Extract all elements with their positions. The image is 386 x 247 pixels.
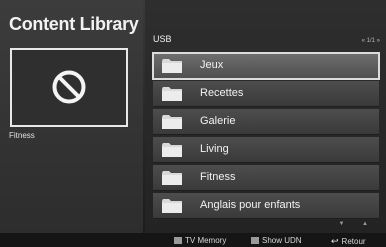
show-udn-hint[interactable]: Show UDN xyxy=(251,236,302,245)
folder-label: Recettes xyxy=(200,87,244,99)
folder-label: Anglais pour enfants xyxy=(200,199,301,211)
folder-label: Fitness xyxy=(200,171,236,183)
preview-panel: Content Library Fitness xyxy=(0,0,143,233)
folder-item[interactable]: Fitness xyxy=(153,165,379,191)
file-browser: USB « 1/1 » Jeux Recettes Galerie Living… xyxy=(145,0,386,233)
folder-item[interactable]: Anglais pour enfants xyxy=(153,193,379,219)
folder-icon xyxy=(162,143,182,157)
folder-item[interactable]: Living xyxy=(153,137,379,163)
app-title: Content Library xyxy=(9,14,139,34)
folder-item[interactable]: Galerie xyxy=(153,109,379,135)
folder-icon xyxy=(162,115,182,129)
back-label: Retour xyxy=(341,237,366,246)
folder-item[interactable]: Jeux xyxy=(152,52,380,80)
folder-label: Living xyxy=(200,143,229,155)
content-library-screen: Content Library Fitness USB « 1/1 » Jeux xyxy=(0,0,386,247)
return-icon: ↩ xyxy=(331,236,339,246)
scroll-arrows[interactable]: ▼ ▲ xyxy=(338,221,376,227)
folder-list: Jeux Recettes Galerie Living Fitness Ang… xyxy=(152,52,380,221)
folder-icon xyxy=(162,87,182,101)
folder-icon xyxy=(162,59,182,73)
tv-memory-hint[interactable]: TV Memory xyxy=(174,236,226,245)
footer-bar: TV Memory Show UDN ↩ Retour xyxy=(0,233,386,247)
page-indicator[interactable]: « 1/1 » xyxy=(362,38,380,44)
folder-label: Jeux xyxy=(200,59,224,71)
back-hint[interactable]: ↩ Retour xyxy=(331,236,366,247)
device-label: USB xyxy=(153,34,172,44)
color-key-icon xyxy=(251,237,259,244)
folder-icon xyxy=(162,199,182,213)
folder-label: Galerie xyxy=(200,115,236,127)
show-udn-label: Show UDN xyxy=(262,236,302,245)
folder-item[interactable]: Recettes xyxy=(153,81,379,107)
no-content-icon xyxy=(52,70,86,104)
tv-memory-label: TV Memory xyxy=(185,236,227,245)
preview-thumbnail xyxy=(10,48,128,127)
color-key-icon xyxy=(174,237,182,244)
folder-icon xyxy=(162,171,182,185)
preview-label: Fitness xyxy=(9,131,35,140)
